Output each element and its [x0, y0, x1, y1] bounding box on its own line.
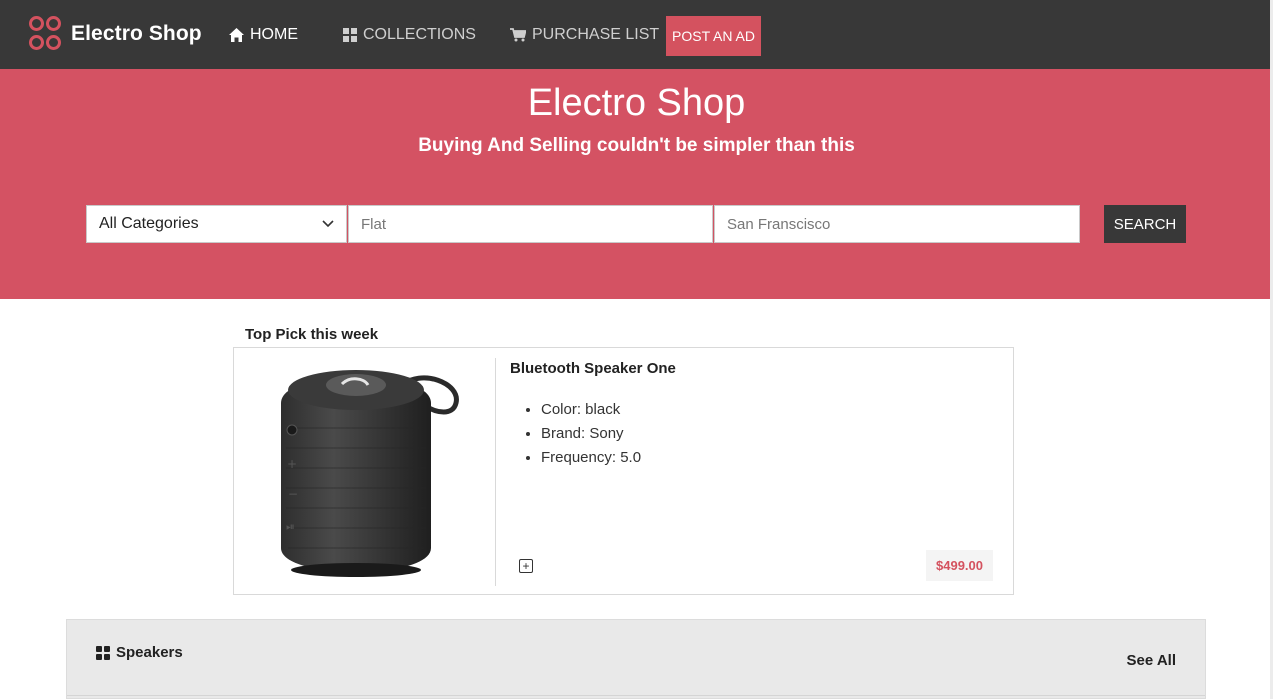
navbar: Electro Shop HOME COLLECTIONS PURCHASE L…: [0, 0, 1273, 69]
search-location-input[interactable]: [714, 205, 1080, 243]
brand[interactable]: Electro Shop: [29, 16, 202, 52]
svg-text:⏯: ⏯: [286, 520, 295, 533]
add-to-list-icon[interactable]: +: [519, 559, 533, 573]
nav-home-label: HOME: [250, 25, 298, 43]
category-select[interactable]: All Categories: [86, 205, 347, 243]
nav-collections[interactable]: COLLECTIONS: [343, 0, 476, 69]
divider: [67, 695, 1205, 696]
svg-text:−: −: [288, 487, 298, 501]
search-query-input[interactable]: [348, 205, 713, 243]
section-header: Speakers: [96, 644, 183, 661]
top-pick-card[interactable]: + − ⏯ Bluetooth Speaker One Color: black…: [233, 347, 1014, 595]
brand-name: Electro Shop: [71, 22, 202, 45]
cart-icon: [510, 27, 526, 42]
top-pick-heading: Top Pick this week: [245, 326, 379, 343]
bluetooth-speaker-image: + − ⏯: [281, 370, 459, 577]
product-image[interactable]: + − ⏯: [246, 358, 496, 586]
feature-item: Frequency: 5.0: [541, 446, 641, 470]
speakers-section: Speakers See All: [66, 619, 1206, 699]
svg-text:+: +: [287, 457, 297, 471]
chevron-down-icon: [322, 215, 334, 233]
brand-logo-icon: [29, 16, 63, 52]
product-name[interactable]: Bluetooth Speaker One: [510, 360, 676, 377]
nav-home[interactable]: HOME: [229, 0, 298, 69]
hero-subtitle: Buying And Selling couldn't be simpler t…: [418, 135, 855, 156]
hero-title: Electro Shop: [527, 82, 746, 124]
section-title: Speakers: [116, 644, 183, 661]
home-icon: [229, 27, 244, 42]
nav-collections-label: COLLECTIONS: [363, 25, 476, 43]
product-price: $499.00: [926, 550, 993, 581]
category-select-value: All Categories: [99, 215, 199, 232]
hero-banner: Electro Shop Buying And Selling couldn't…: [0, 69, 1273, 299]
product-features: Color: black Brand: Sony Frequency: 5.0: [541, 398, 641, 470]
nav-purchase-list-label: PURCHASE LIST: [532, 25, 660, 43]
feature-item: Color: black: [541, 398, 641, 422]
post-ad-button[interactable]: POST AN AD: [666, 16, 761, 56]
see-all-link[interactable]: See All: [1127, 652, 1176, 669]
search-button[interactable]: SEARCH: [1104, 205, 1186, 243]
grid-icon: [343, 27, 357, 42]
feature-item: Brand: Sony: [541, 422, 641, 446]
nav-purchase-list[interactable]: PURCHASE LIST: [510, 0, 659, 69]
grid-icon: [96, 645, 110, 660]
